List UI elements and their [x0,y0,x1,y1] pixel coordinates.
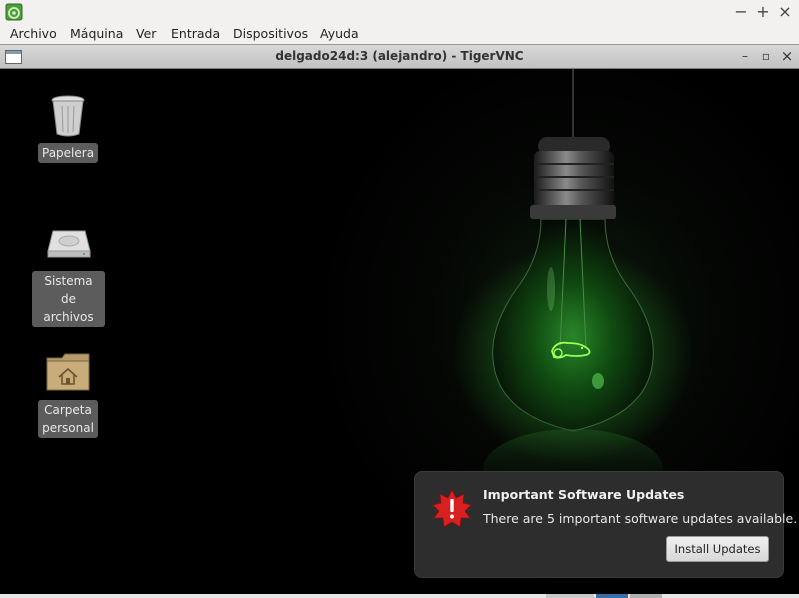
install-updates-button[interactable]: Install Updates [666,536,769,562]
taskbar-item-active[interactable] [596,594,628,598]
bottom-taskbar [0,594,799,598]
vnc-minimize-button[interactable]: – [737,48,753,64]
vnc-close-button[interactable]: × [779,48,795,64]
trash-icon [51,95,85,137]
update-notification[interactable]: Important Software Updates There are 5 i… [414,471,797,578]
warning-star-icon [432,489,472,528]
home-folder-icon [46,353,90,391]
hard-drive-icon [46,230,91,258]
minimize-button[interactable]: − [731,2,751,22]
desktop-label-trash: Papelera [38,143,99,163]
menu-entrada[interactable]: Entrada [171,24,220,44]
desktop-icon-filesystem[interactable]: Sistema de archivos [31,229,106,327]
notification-title: Important Software Updates [483,487,685,502]
menubar: Archivo Máquina Ver Entrada Dispositivos… [0,24,799,44]
desktop-icon-home[interactable]: Carpeta personal [38,352,98,438]
desktop-icon-trash[interactable]: Papelera [38,94,99,163]
menu-archivo[interactable]: Archivo [10,24,57,44]
vnc-window-title: delgado24d:3 (alejandro) - TigerVNC [275,49,524,63]
menu-dispositivos[interactable]: Dispositivos [233,24,308,44]
close-button[interactable]: × [775,2,795,22]
desktop-label-filesystem: Sistema de archivos [32,271,105,327]
taskbar-item[interactable] [546,594,594,598]
menu-ayuda[interactable]: Ayuda [320,24,359,44]
maximize-button[interactable]: + [753,2,773,22]
notification-body: There are 5 important software updates a… [483,511,798,526]
menu-maquina[interactable]: Máquina [70,24,123,44]
outer-titlebar: − + × [0,0,799,24]
virtualbox-app-icon [5,3,23,21]
desktop-label-home: Carpeta personal [38,400,98,438]
vnc-maximize-button[interactable]: ▫ [758,48,774,64]
vnc-titlebar[interactable]: delgado24d:3 (alejandro) - TigerVNC – ▫ … [0,44,799,69]
menu-ver[interactable]: Ver [136,24,156,44]
taskbar-item[interactable] [630,594,662,598]
